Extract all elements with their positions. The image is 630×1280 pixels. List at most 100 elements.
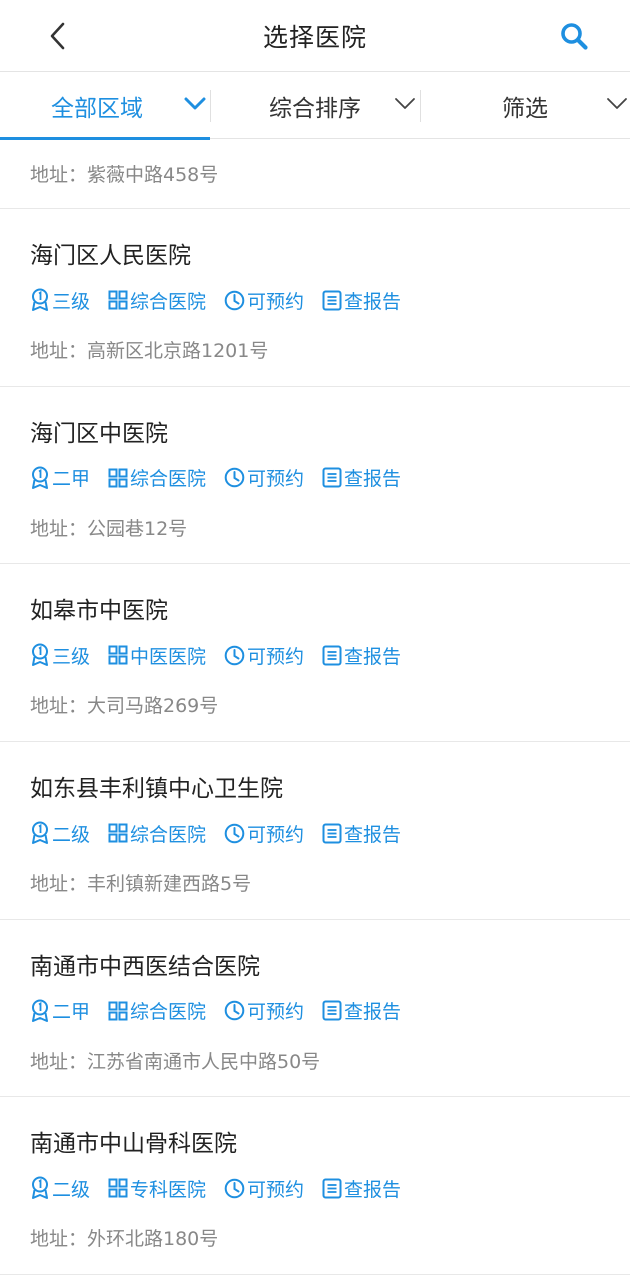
report-tag: 查报告	[322, 820, 401, 847]
search-button[interactable]	[556, 18, 592, 54]
clock-icon	[224, 823, 245, 843]
hospital-name: 如东县丰利镇中心卫生院	[30, 776, 283, 803]
report-tag: 查报告	[322, 997, 401, 1024]
report-text: 查报告	[344, 1001, 402, 1024]
hospital-tags: 三级 中医医院 可预约 查报告	[30, 641, 419, 669]
list-item[interactable]: 如东县丰利镇中心卫生院 二级 综合医院 可预约 查报告 地址：丰利镇新建西路5号	[0, 742, 630, 920]
award-icon	[32, 821, 48, 845]
list-item[interactable]: 海门区中医院 二甲 综合医院 可预约 查报告 地址：公园巷12号	[0, 387, 630, 565]
hospital-tags: 二甲 综合医院 可预约 查报告	[30, 464, 419, 492]
report-text: 查报告	[344, 1178, 402, 1201]
level-text: 二甲	[52, 1001, 91, 1024]
type-text: 综合医院	[130, 1001, 207, 1024]
level-tag: 二甲	[30, 464, 90, 491]
award-icon	[32, 466, 48, 489]
booking-text: 可预约	[247, 1178, 305, 1201]
report-text: 查报告	[344, 823, 402, 846]
type-tag: 综合医院	[108, 464, 206, 491]
booking-tag: 可预约	[224, 287, 304, 314]
hospital-name: 南通市中西医结合医院	[30, 953, 260, 980]
list-item[interactable]: 南通市中西医结合医院 二甲 综合医院 可预约 查报告 地址：江苏省南通市人民中路…	[0, 920, 630, 1098]
type-tag: 中医医院	[108, 642, 206, 669]
award-icon	[32, 1176, 48, 1200]
report-text: 查报告	[344, 290, 402, 313]
hospital-name: 海门区中医院	[30, 420, 168, 447]
document-icon	[322, 467, 342, 488]
grid-icon	[108, 468, 128, 488]
grid-icon	[108, 1001, 128, 1021]
report-text: 查报告	[344, 468, 402, 491]
list-item[interactable]: 地址：紫薇中路458号	[0, 139, 630, 209]
filter-tab-region[interactable]: 全部区域	[0, 72, 210, 140]
hospital-tags: 二甲 综合医院 可预约 查报告	[30, 997, 419, 1025]
booking-text: 可预约	[247, 823, 305, 846]
booking-text: 可预约	[247, 1001, 305, 1024]
clock-icon	[224, 645, 245, 666]
type-tag: 综合医院	[108, 997, 206, 1024]
hospital-name: 南通市中山骨科医院	[30, 1131, 237, 1158]
booking-tag: 可预约	[224, 464, 304, 491]
hospital-name: 如皋市中医院	[30, 598, 168, 625]
level-tag: 三级	[30, 642, 90, 669]
search-icon	[561, 23, 588, 50]
grid-icon	[108, 1178, 128, 1198]
chevron-down-icon	[607, 98, 627, 109]
hospital-address: 地址：紫薇中路458号	[30, 164, 219, 186]
grid-icon	[108, 645, 128, 665]
hospital-tags: 二级 专科医院 可预约 查报告	[30, 1174, 419, 1202]
level-text: 二甲	[52, 468, 91, 491]
type-tag: 专科医院	[108, 1175, 206, 1202]
hospital-tags: 三级 综合医院 可预约 查报告	[30, 286, 419, 314]
type-text: 专科医院	[130, 1178, 207, 1201]
level-tag: 二级	[30, 820, 90, 847]
level-text: 二级	[52, 823, 91, 846]
award-icon	[32, 643, 48, 667]
chevron-down-icon	[395, 98, 415, 109]
hospital-name: 海门区人民医院	[30, 243, 191, 269]
report-text: 查报告	[344, 645, 402, 668]
level-text: 三级	[52, 290, 91, 313]
hospital-address: 地址：江苏省南通市人民中路50号	[30, 1050, 321, 1073]
type-text: 综合医院	[130, 823, 207, 846]
level-tag: 二级	[30, 1175, 90, 1202]
document-icon	[322, 1000, 342, 1021]
booking-text: 可预约	[247, 645, 305, 668]
chevron-left-icon	[50, 22, 65, 50]
top-bar: 选择医院	[0, 0, 630, 72]
level-tag: 三级	[30, 287, 90, 314]
award-icon	[32, 288, 48, 311]
list-item[interactable]: 如皋市中医院 三级 中医医院 可预约 查报告 地址：大司马路269号	[0, 564, 630, 743]
filter-tab-label: 综合排序	[269, 95, 361, 122]
clock-icon	[224, 1178, 245, 1199]
list-item[interactable]: 海门区人民医院 三级 综合医院 可预约 查报告 地址：高新区北京路1201号	[0, 209, 630, 387]
award-icon	[32, 999, 48, 1022]
back-button[interactable]	[40, 18, 76, 54]
hospital-address: 地址：公园巷12号	[30, 517, 188, 540]
chevron-down-icon	[184, 97, 206, 110]
report-tag: 查报告	[322, 642, 401, 669]
hospital-address: 地址：外环北路180号	[30, 1228, 219, 1251]
report-tag: 查报告	[322, 464, 401, 491]
grid-icon	[108, 290, 128, 310]
hospital-address: 地址：丰利镇新建西路5号	[30, 873, 252, 896]
booking-tag: 可预约	[224, 1175, 304, 1202]
list-item[interactable]: 南通市中山骨科医院 二级 专科医院 可预约 查报告 地址：外环北路180号	[0, 1097, 630, 1276]
booking-tag: 可预约	[224, 820, 304, 847]
document-icon	[322, 645, 342, 666]
hospital-list: 地址：紫薇中路458号 海门区人民医院 三级 综合医院 可预约 查报告 地址：高…	[0, 139, 630, 1276]
hospital-tags: 二级 综合医院 可预约 查报告	[30, 819, 419, 847]
hospital-address: 地址：高新区北京路1201号	[30, 340, 269, 362]
grid-icon	[108, 823, 128, 843]
clock-icon	[224, 290, 245, 310]
filter-tab-sort[interactable]: 综合排序	[210, 72, 420, 139]
document-icon	[322, 1178, 342, 1199]
type-text: 综合医院	[130, 290, 207, 313]
type-tag: 综合医院	[108, 820, 206, 847]
level-tag: 二甲	[30, 997, 90, 1024]
booking-tag: 可预约	[224, 642, 304, 669]
filter-bar: 全部区域 综合排序 筛选	[0, 72, 630, 140]
filter-tab-filter[interactable]: 筛选	[420, 72, 630, 139]
report-tag: 查报告	[322, 287, 401, 314]
type-tag: 综合医院	[108, 287, 206, 314]
booking-text: 可预约	[247, 468, 305, 491]
